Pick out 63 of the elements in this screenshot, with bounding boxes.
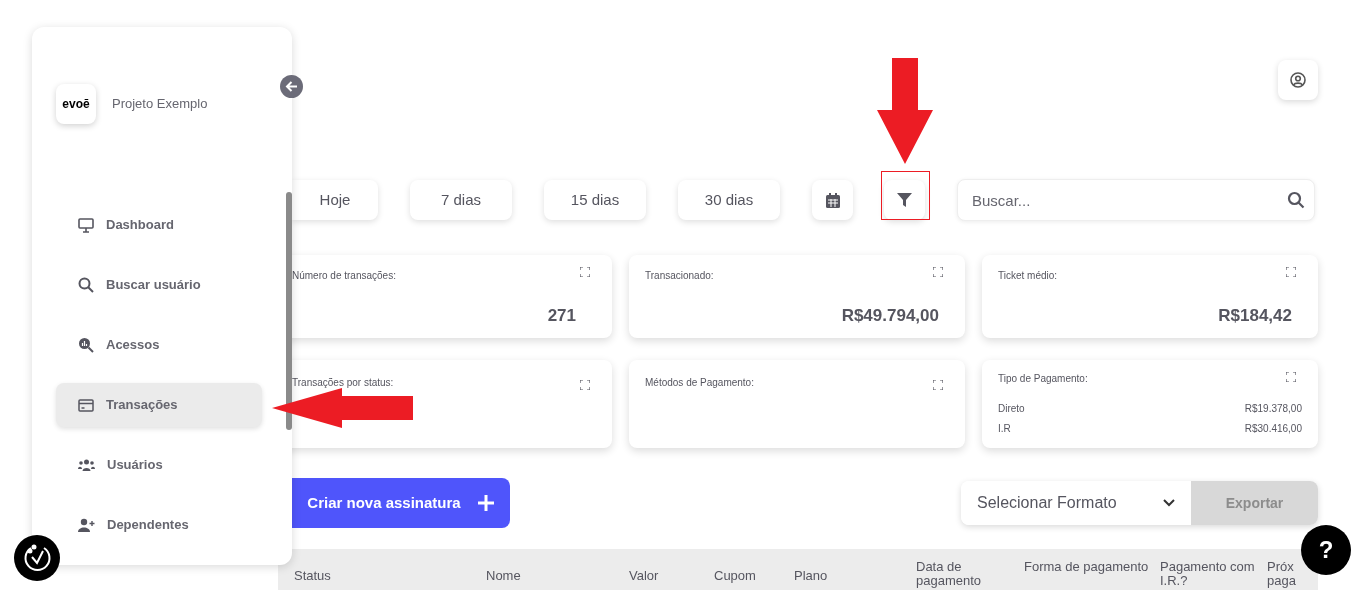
period-button[interactable]: Hoje — [292, 180, 378, 220]
calendar-icon — [825, 192, 840, 208]
card-title: Transacionado: — [645, 269, 715, 283]
accessibility-button[interactable] — [14, 535, 60, 581]
card-title: Métodos de Pagamento: — [645, 376, 755, 390]
profile-button[interactable] — [1278, 60, 1318, 100]
filter-icon — [897, 193, 912, 207]
column-header: Forma de pagamento — [1024, 560, 1150, 574]
expand-icon[interactable] — [1286, 372, 1296, 382]
expand-icon[interactable] — [1286, 267, 1296, 277]
search-icon — [1287, 191, 1305, 209]
arrow-left-icon — [285, 80, 298, 93]
column-header: Cupom — [714, 567, 757, 583]
period-button[interactable]: 7 dias — [410, 180, 512, 220]
payment-type-label: I.R — [998, 422, 1011, 436]
user-plus-icon — [78, 518, 95, 532]
calendar-button[interactable] — [812, 180, 853, 220]
card-title: Transações por status: — [292, 376, 395, 390]
card-value: R$184,42 — [1217, 305, 1293, 327]
logo: evoē — [56, 84, 96, 124]
sidebar-item[interactable]: Usuários — [56, 443, 262, 487]
period-button[interactable]: 15 dias — [544, 180, 646, 220]
back-button[interactable] — [280, 75, 303, 98]
sidebar-item[interactable]: Dashboard — [56, 203, 262, 247]
card-title: Número de transações: — [292, 269, 397, 283]
payment-type-value: R$30.416,00 — [1244, 422, 1302, 436]
column-header: Status — [293, 567, 332, 583]
column-header: Plano — [794, 567, 829, 583]
column-header: Nome — [486, 567, 522, 583]
expand-icon[interactable] — [933, 267, 943, 277]
project-name: Projeto Exemplo — [112, 95, 208, 114]
card-title: Tipo de Pagamento: — [998, 372, 1089, 386]
payment-type-value: R$19.378,00 — [1244, 402, 1302, 416]
credit-card-icon — [78, 398, 94, 412]
sidebar-item[interactable]: Acessos — [56, 323, 262, 367]
column-header: Data de pagamento — [916, 560, 983, 588]
card-value: R$49.794,00 — [840, 305, 940, 327]
expand-icon[interactable] — [580, 380, 590, 390]
filter-button[interactable] — [884, 180, 925, 220]
sidebar-item[interactable]: Buscar usuário — [56, 263, 262, 307]
search-icon — [78, 277, 94, 293]
users-icon — [78, 459, 95, 471]
search-field[interactable]: Buscar... — [957, 179, 1315, 221]
card-value: 271 — [546, 305, 577, 327]
expand-icon[interactable] — [580, 267, 590, 277]
column-header: Pagamento com I.R.? — [1160, 560, 1256, 588]
chart-search-icon — [78, 337, 94, 353]
monitor-icon — [78, 217, 94, 233]
format-select[interactable]: Selecionar Formato — [961, 481, 1191, 525]
card-title: Ticket médio: — [998, 269, 1059, 283]
sidebar-item[interactable]: Transações — [56, 383, 262, 427]
sidebar-item[interactable]: Dependentes — [56, 503, 262, 547]
payment-type-label: Direto — [998, 402, 1025, 416]
column-header: Valor — [629, 567, 660, 583]
create-subscription-button[interactable]: Criar nova assinatura — [292, 478, 510, 528]
plus-icon — [476, 494, 495, 512]
help-button[interactable]: ? — [1301, 525, 1351, 575]
column-header: Próx paga — [1267, 560, 1297, 588]
annotation-frame — [881, 171, 930, 220]
user-icon — [1290, 72, 1306, 88]
period-button[interactable]: 30 dias — [678, 180, 780, 220]
chevron-down-icon — [1163, 499, 1175, 507]
expand-icon[interactable] — [933, 380, 943, 390]
